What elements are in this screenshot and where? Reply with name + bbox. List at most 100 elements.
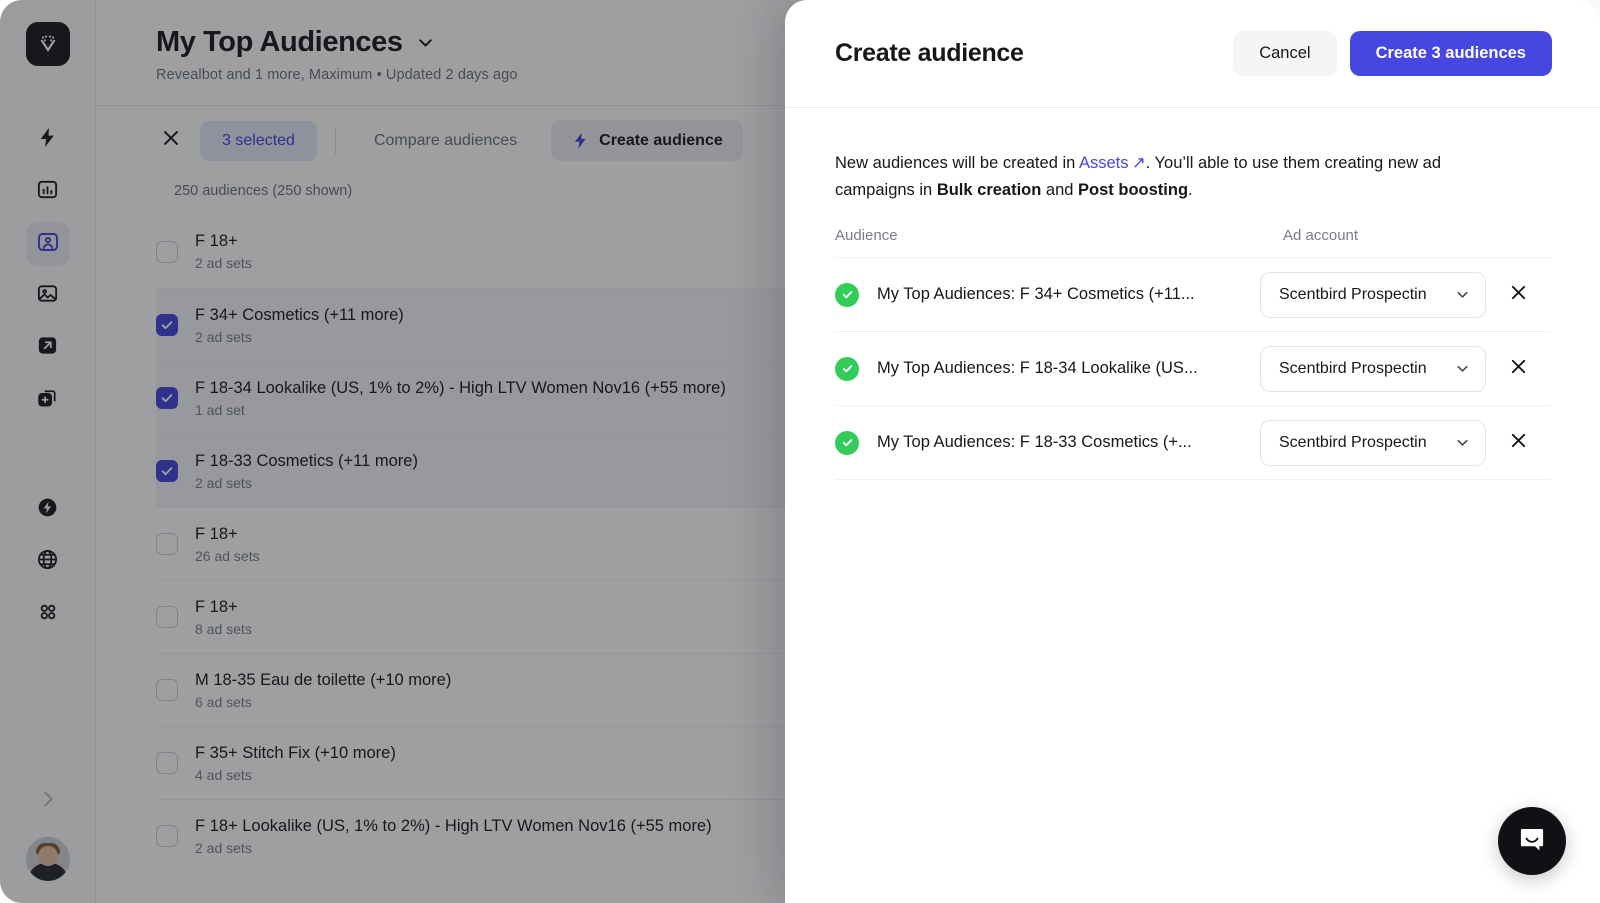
audience-name: F 18+ Lookalike (US, 1% to 2%) - High LT… — [195, 816, 712, 835]
check-circle-icon — [835, 282, 859, 307]
globe-icon — [36, 548, 59, 576]
selected-count-pill[interactable]: 3 selected — [200, 120, 317, 161]
audience-adsets: 2 ad sets — [195, 474, 252, 491]
ad-account-select[interactable]: Scentbird Prospectin — [1260, 345, 1486, 392]
chevron-down-icon[interactable] — [415, 32, 436, 53]
intro-part-1: New audiences will be created in — [835, 154, 1079, 172]
table-row: My Top Audiences: F 18-33 Cosmetics (+..… — [835, 406, 1550, 481]
sidebar-item-creatives[interactable] — [26, 274, 70, 318]
avatar[interactable] — [25, 837, 70, 881]
bolt-icon — [36, 126, 59, 154]
image-icon — [36, 282, 59, 310]
audience-name: F 35+ Stitch Fix (+10 more) — [195, 743, 396, 762]
row-checkbox[interactable] — [156, 314, 178, 336]
toolbar-divider — [334, 125, 336, 156]
audience-adsets: 2 ad sets — [195, 328, 252, 345]
audience-name: F 18-33 Cosmetics (+11 more) — [195, 451, 418, 470]
check-circle-icon — [835, 356, 859, 381]
copy-plus-icon — [36, 386, 59, 414]
revealbot-logo-icon[interactable] — [25, 22, 70, 66]
audience-adsets: 2 ad sets — [195, 839, 252, 856]
create-audiences-button[interactable]: Create 3 audiences — [1349, 31, 1552, 76]
sidebar-item-bulk-creation[interactable] — [26, 378, 70, 422]
audience-name: F 18+ — [195, 597, 238, 616]
row-checkbox[interactable] — [156, 606, 178, 628]
app-root: My Top Audiences Revealbot and 1 more, M… — [0, 0, 1600, 903]
create-audience-modal: Create audience Cancel Create 3 audience… — [785, 0, 1600, 903]
sidebar-item-automation[interactable] — [26, 118, 70, 162]
ad-account-value: Scentbird Prospectin — [1279, 433, 1427, 451]
audience-adsets: 8 ad sets — [195, 620, 252, 637]
ad-account-value: Scentbird Prospectin — [1279, 359, 1427, 377]
bolt-circle-icon — [36, 496, 59, 524]
audience-adsets: 2 ad sets — [195, 255, 252, 271]
intro-part-4: . — [1188, 180, 1193, 199]
column-header-audience: Audience — [835, 227, 898, 245]
arrow-up-right-box-icon — [36, 334, 59, 362]
intro-part-3: and — [1041, 180, 1079, 199]
modal-body: New audiences will be created in Assets … — [785, 108, 1600, 481]
close-x-icon — [1508, 356, 1529, 382]
external-link-icon: ↗ — [1128, 154, 1146, 172]
row-checkbox[interactable] — [156, 533, 178, 555]
compare-audiences-button[interactable]: Compare audiences — [354, 121, 537, 161]
ad-account-select[interactable]: Scentbird Prospectin — [1260, 419, 1486, 466]
new-audience-name: My Top Audiences: F 18-33 Cosmetics (+..… — [877, 433, 1192, 452]
audience-name: F 34+ Cosmetics (+11 more) — [195, 305, 404, 324]
sidebar-item-network[interactable] — [26, 540, 70, 584]
new-audience-name: My Top Audiences: F 34+ Cosmetics (+11..… — [877, 285, 1195, 304]
ad-account-select[interactable]: Scentbird Prospectin — [1260, 271, 1486, 318]
page-title: My Top Audiences — [156, 26, 403, 58]
audience-name: F 18-34 Lookalike (US, 1% to 2%) - High … — [195, 378, 726, 397]
compare-audiences-label: Compare audiences — [373, 131, 518, 149]
remove-row-button[interactable] — [1486, 356, 1550, 382]
row-checkbox[interactable] — [156, 387, 178, 409]
assets-link[interactable]: Assets — [1079, 154, 1129, 172]
audience-name: F 18+ — [195, 232, 238, 250]
chevron-down-icon — [1454, 360, 1471, 377]
chevron-down-icon — [1454, 286, 1471, 303]
chevron-down-icon — [1454, 434, 1471, 451]
column-header-ad-account: Ad account — [1283, 227, 1359, 245]
sidebar-item-launch[interactable] — [26, 326, 70, 370]
create-audience-button[interactable]: Create audience — [551, 120, 743, 161]
row-checkbox[interactable] — [156, 825, 178, 847]
table-row: My Top Audiences: F 34+ Cosmetics (+11..… — [835, 258, 1550, 333]
table-row: My Top Audiences: F 18-34 Lookalike (US.… — [835, 332, 1550, 407]
grid-apps-icon — [37, 601, 59, 628]
modal-title: Create audience — [835, 39, 1024, 67]
modal-header: Create audience Cancel Create 3 audience… — [785, 0, 1600, 108]
sidebar-expand-button[interactable] — [26, 779, 70, 823]
audience-name: M 18-35 Eau de toilette (+10 more) — [195, 670, 452, 689]
row-checkbox[interactable] — [156, 240, 178, 263]
row-checkbox[interactable] — [156, 679, 178, 701]
audience-name: F 18+ — [195, 524, 238, 543]
new-audience-name: My Top Audiences: F 18-34 Lookalike (US.… — [877, 359, 1198, 378]
bar-chart-icon — [36, 178, 59, 206]
chevron-right-icon — [37, 788, 59, 815]
chat-launcher-button[interactable] — [1498, 807, 1566, 875]
close-x-icon — [1508, 282, 1529, 308]
left-sidebar — [0, 0, 96, 903]
sidebar-item-reports[interactable] — [26, 170, 70, 214]
intro-bold-post-boosting: Post boosting — [1078, 180, 1189, 199]
remove-row-button[interactable] — [1486, 282, 1550, 308]
sidebar-item-rules[interactable] — [26, 488, 70, 532]
close-x-icon — [160, 127, 182, 154]
row-checkbox[interactable] — [156, 460, 178, 482]
row-checkbox[interactable] — [156, 752, 178, 774]
clear-selection-button[interactable] — [156, 126, 186, 156]
table-column-headers: Audience Ad account — [835, 227, 1550, 259]
close-x-icon — [1508, 430, 1529, 456]
remove-row-button[interactable] — [1486, 430, 1550, 456]
audience-person-icon — [36, 230, 60, 259]
cancel-button[interactable]: Cancel — [1233, 31, 1337, 76]
sidebar-item-audiences[interactable] — [25, 222, 70, 266]
check-circle-icon — [835, 430, 859, 455]
bolt-icon — [571, 131, 590, 150]
sidebar-item-apps[interactable] — [26, 592, 70, 636]
intercom-chat-icon — [1516, 823, 1548, 860]
modal-intro: New audiences will be created in Assets … — [835, 150, 1525, 203]
audience-adsets: 1 ad set — [195, 401, 245, 418]
audience-adsets: 4 ad sets — [195, 766, 252, 783]
